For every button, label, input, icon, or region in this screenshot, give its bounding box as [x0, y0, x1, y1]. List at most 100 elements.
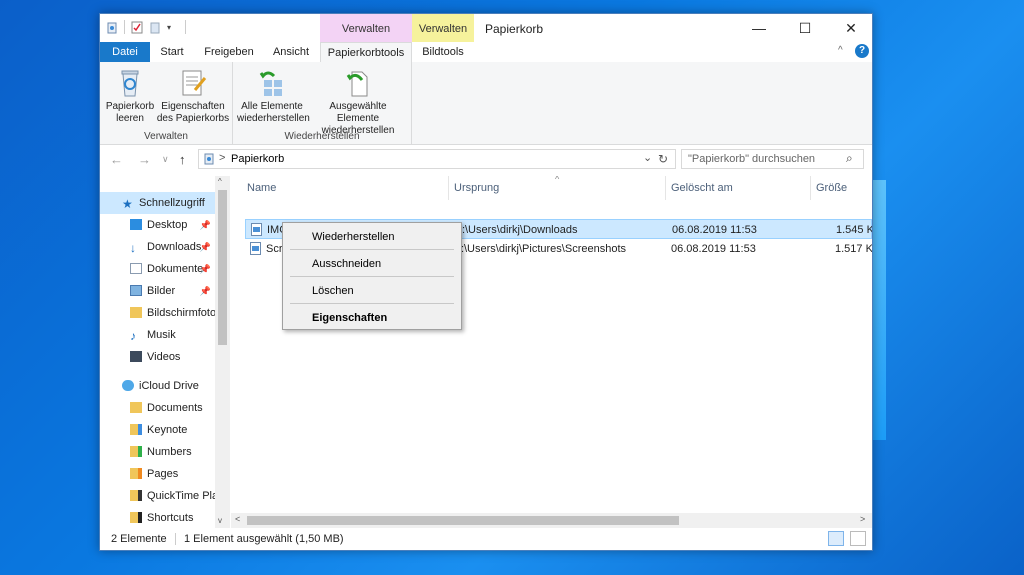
restore-selected-button[interactable]: Ausgewählte Elemente wiederherstellen: [309, 68, 407, 137]
nav-item-quicktime[interactable]: QuickTime Player: [100, 485, 215, 507]
scroll-up-chevron-icon[interactable]: ^: [218, 177, 222, 186]
restore-all-label-1: Alle Elemente: [241, 101, 303, 112]
column-divider: [448, 176, 449, 200]
tab-file[interactable]: Datei: [100, 42, 150, 62]
status-divider: [175, 533, 176, 545]
nav-item-keynote[interactable]: Keynote: [100, 419, 215, 441]
scroll-left-chevron-icon[interactable]: <: [235, 514, 240, 524]
nav-label: Dokumente: [147, 263, 204, 275]
properties-label-2: des Papierkorbs: [156, 113, 230, 124]
up-arrow-icon[interactable]: ↑: [179, 152, 186, 167]
nav-item-screenshots[interactable]: Bildschirmfotos: [100, 302, 215, 324]
file-deleted-date: 06.08.2019 11:53: [671, 243, 756, 255]
nav-item-videos[interactable]: Videos: [100, 346, 215, 368]
column-header-size[interactable]: Größe: [816, 176, 847, 200]
nav-label: Desktop: [147, 219, 188, 231]
folder-icon: [130, 424, 142, 435]
file-size: 1.517 KB: [835, 243, 872, 255]
nav-item-desktop[interactable]: Desktop 📌: [100, 214, 215, 236]
nav-item-icloud-drive[interactable]: iCloud Drive: [100, 375, 215, 397]
restore-selected-icon: [344, 68, 372, 98]
column-divider: [665, 176, 666, 200]
cloud-icon: [122, 380, 134, 391]
nav-label: Schnellzugriff: [139, 197, 205, 209]
search-icon[interactable]: ⌕: [846, 151, 853, 166]
nav-item-music[interactable]: ♪ Musik: [100, 324, 215, 346]
context-menu: Wiederherstellen Ausschneiden Löschen Ei…: [282, 222, 462, 330]
close-button[interactable]: ✕: [828, 14, 872, 42]
horizontal-scroll-thumb[interactable]: [247, 516, 679, 525]
refresh-icon[interactable]: ↻: [658, 152, 668, 166]
nav-item-pictures[interactable]: Bilder 📌: [100, 280, 215, 302]
new-folder-icon[interactable]: [149, 21, 161, 34]
nav-item-numbers[interactable]: Numbers: [100, 441, 215, 463]
restore-all-button[interactable]: Alle Elemente wiederherstellen: [237, 68, 310, 125]
folder-icon: [130, 402, 142, 413]
address-bar[interactable]: > Papierkorb ⌄ ↻: [198, 149, 676, 169]
address-dropdown-chevron-icon[interactable]: ⌄: [643, 151, 652, 164]
scroll-right-chevron-icon[interactable]: >: [860, 514, 865, 524]
pin-icon: 📌: [199, 242, 211, 252]
menu-item-delete[interactable]: Löschen: [284, 280, 460, 302]
scroll-down-chevron-icon[interactable]: v: [218, 516, 222, 525]
nav-item-shortcuts[interactable]: Shortcuts: [100, 507, 215, 528]
nav-scrollbar[interactable]: ^ v: [215, 176, 230, 528]
sort-indicator-icon: ^: [555, 176, 560, 184]
forward-arrow-icon[interactable]: →: [138, 152, 151, 167]
search-input[interactable]: "Papierkorb" durchsuchen ⌕: [681, 149, 864, 169]
tab-recycle-bin-tools[interactable]: Papierkorbtools: [320, 42, 412, 63]
tab-picture-tools[interactable]: Bildtools: [412, 42, 474, 62]
context-head-picture: Verwalten: [412, 14, 474, 42]
tab-start[interactable]: Start: [150, 42, 194, 62]
column-header-name[interactable]: Name: [247, 176, 276, 200]
ribbon-group-restore: Alle Elemente wiederherstellen Ausgewähl…: [233, 62, 412, 144]
minimize-button[interactable]: —: [736, 14, 782, 42]
search-placeholder: "Papierkorb" durchsuchen: [688, 153, 816, 165]
tab-share[interactable]: Freigeben: [196, 42, 262, 62]
restore-selected-label-1: Ausgewählte Elemente: [329, 101, 387, 124]
file-origin: C:\Users\dirkj\Downloads: [454, 224, 578, 236]
nav-label: Musik: [147, 329, 176, 341]
music-icon: ♪: [130, 329, 136, 343]
details-view-icon[interactable]: [828, 531, 844, 546]
pin-icon: 📌: [199, 286, 211, 296]
status-bar: 2 Elemente 1 Element ausgewählt (1,50 MB…: [100, 528, 872, 550]
empty-recycle-bin-button[interactable]: Papierkorb leeren: [104, 68, 156, 125]
menu-separator: [290, 249, 454, 250]
folder-icon: [130, 307, 142, 318]
recent-locations-chevron-icon[interactable]: ∨: [162, 154, 169, 165]
nav-item-downloads[interactable]: ↓ Downloads 📌: [100, 236, 215, 258]
recycle-bin-properties-button[interactable]: Eigenschaften des Papierkorbs: [156, 68, 230, 125]
tab-view[interactable]: Ansicht: [264, 42, 318, 62]
restore-all-label-2: wiederherstellen: [237, 113, 310, 124]
nav-item-icloud-documents[interactable]: Documents: [100, 397, 215, 419]
chevron-down-icon[interactable]: ▾: [167, 21, 179, 34]
ribbon: Papierkorb leeren Eigenschaften des Papi…: [100, 62, 872, 145]
file-origin: C:\Users\dirkj\Pictures\Screenshots: [453, 243, 626, 255]
maximize-button[interactable]: ☐: [782, 14, 828, 42]
menu-item-cut[interactable]: Ausschneiden: [284, 253, 460, 275]
qat-separator: [185, 20, 186, 34]
nav-item-pages[interactable]: Pages: [100, 463, 215, 485]
recycle-bin-icon: [116, 68, 144, 98]
help-icon[interactable]: ?: [855, 44, 869, 58]
menu-item-properties[interactable]: Eigenschaften: [284, 307, 460, 329]
collapse-ribbon-icon[interactable]: ^: [838, 45, 843, 56]
menu-item-restore[interactable]: Wiederherstellen: [284, 226, 460, 248]
nav-item-documents[interactable]: Dokumente 📌: [100, 258, 215, 280]
column-header-origin[interactable]: Ursprung: [454, 176, 499, 200]
large-icons-view-icon[interactable]: [850, 531, 866, 546]
nav-label: Keynote: [147, 424, 188, 436]
breadcrumb-papierkorb[interactable]: Papierkorb: [231, 153, 284, 165]
image-file-icon: [250, 242, 261, 262]
properties-check-icon[interactable]: [131, 21, 143, 34]
back-arrow-icon[interactable]: ←: [110, 152, 123, 167]
menu-separator: [290, 276, 454, 277]
horizontal-scrollbar[interactable]: < >: [231, 513, 872, 528]
column-header-deleted[interactable]: Gelöscht am: [671, 176, 733, 200]
title-bar: ▾ Verwalten Verwalten Papierkorb — ☐ ✕: [100, 14, 872, 42]
nav-scroll-thumb[interactable]: [218, 190, 227, 345]
nav-item-quick-access[interactable]: ★ Schnellzugriff: [100, 192, 215, 214]
star-icon: ★: [122, 197, 133, 211]
nav-label: Shortcuts: [147, 512, 194, 524]
